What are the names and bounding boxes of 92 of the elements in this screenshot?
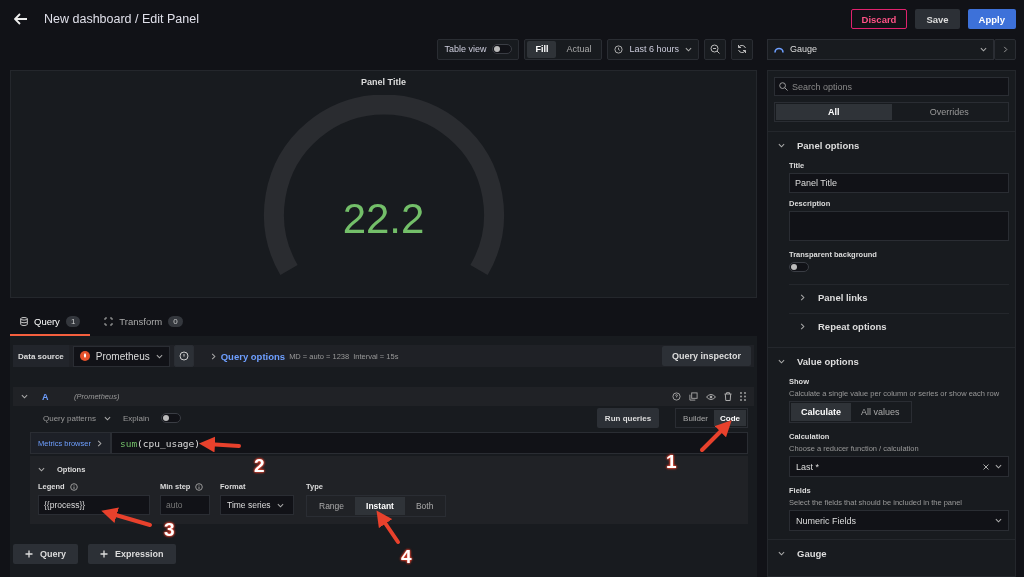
search-icon	[779, 82, 788, 91]
toggle-switch[interactable]	[789, 262, 809, 272]
annotation-arrow	[376, 512, 402, 546]
fill-mode-option[interactable]: Actual	[558, 40, 600, 58]
toggle-switch[interactable]	[492, 44, 513, 54]
chevron-down-icon	[995, 463, 1002, 470]
count-badge: 0	[168, 315, 183, 327]
plus-icon	[100, 550, 108, 558]
discard-button[interactable]: Discard	[850, 9, 908, 29]
apply-button[interactable]: Apply	[967, 9, 1016, 29]
query-patterns-select[interactable]: Query patterns	[43, 413, 111, 423]
count-badge: 1	[65, 315, 81, 327]
refresh-button[interactable]	[731, 38, 753, 60]
chevron-down-icon	[685, 45, 692, 53]
zoom-out-button[interactable]	[704, 38, 726, 60]
data-source-label: Data source	[13, 345, 69, 367]
fill-mode-option[interactable]: Fill	[527, 40, 557, 58]
section-header[interactable]: Gauge	[768, 539, 1015, 566]
annotation-arrow	[104, 507, 154, 529]
section-header[interactable]: Panel options	[768, 131, 1015, 158]
description-field[interactable]	[789, 211, 1009, 241]
refresh-icon	[737, 44, 747, 54]
save-button[interactable]: Save	[915, 9, 960, 29]
show-option[interactable]: Calculate	[791, 403, 852, 421]
trash-icon[interactable]	[724, 392, 732, 401]
clear-icon[interactable]	[983, 463, 989, 470]
help-icon[interactable]	[672, 392, 681, 401]
query-ref-label: A	[42, 391, 50, 402]
time-range-picker[interactable]: Last 6 hours	[607, 38, 699, 60]
subsection-header[interactable]: Repeat options	[789, 313, 1009, 339]
editor-mode-option[interactable]: Builder	[677, 410, 714, 426]
flame-icon	[79, 351, 90, 361]
calculation-select[interactable]: Last *	[789, 456, 1009, 477]
chevron-down-icon	[21, 393, 28, 400]
data-source-select[interactable]: Prometheus	[72, 345, 170, 367]
show-option[interactable]: All values	[851, 403, 910, 421]
help-icon	[178, 351, 189, 361]
format-select[interactable]: Time series	[220, 495, 294, 515]
annotation-number: 1	[666, 451, 677, 473]
query-type-option[interactable]: Instant	[355, 497, 405, 515]
gauge-value: 22.2	[342, 195, 425, 243]
annotation-number: 2	[254, 455, 265, 477]
annotation-number: 3	[164, 519, 175, 541]
toggle-switch[interactable]	[161, 413, 182, 423]
chevron-right-icon	[209, 352, 217, 360]
legend-field[interactable]: {{process}}	[38, 495, 150, 515]
fields-select[interactable]: Numeric Fields	[789, 510, 1009, 531]
query-inspector-button[interactable]: Query inspector	[661, 346, 751, 366]
chevron-right-icon	[1001, 45, 1009, 53]
drag-handle-icon[interactable]	[740, 392, 746, 401]
search-field[interactable]: Search options	[774, 77, 1009, 96]
database-icon	[20, 316, 28, 326]
table-view-toggle[interactable]: Table view	[437, 38, 520, 60]
visualization-select[interactable]: Gauge	[767, 38, 994, 60]
editor-tab[interactable]: Transform 0	[94, 308, 193, 336]
add-query-button[interactable]: Query	[13, 544, 78, 564]
section-header[interactable]: Value options	[768, 347, 1015, 374]
transform-icon	[104, 316, 114, 326]
editor-mode-option[interactable]: Code	[714, 410, 746, 426]
eye-icon[interactable]	[706, 392, 716, 401]
min-step-field[interactable]: auto	[160, 495, 210, 515]
info-icon	[195, 482, 204, 491]
annotation-arrow	[698, 420, 732, 454]
subsection-header[interactable]: Panel links	[789, 284, 1009, 310]
chevron-right-icon	[95, 439, 103, 447]
options-tab[interactable]: Overrides	[891, 104, 1007, 120]
chevron-right-icon	[799, 323, 806, 330]
query-options-link[interactable]: Query options	[220, 350, 286, 362]
annotation-number: 4	[401, 546, 412, 568]
page-title: New dashboard / Edit Panel	[44, 12, 200, 26]
copy-icon[interactable]	[689, 392, 698, 401]
chevron-right-icon	[799, 294, 806, 301]
explain-label: Explain	[122, 413, 150, 423]
add-expression-button[interactable]: Expression	[88, 544, 176, 564]
run-queries-button[interactable]: Run queries	[596, 408, 660, 428]
title-field[interactable]: Panel Title	[789, 173, 1009, 193]
chevron-down-icon	[276, 501, 284, 509]
panel-title: Panel Title	[361, 77, 406, 87]
gauge-icon	[774, 45, 784, 53]
plus-icon	[25, 550, 33, 558]
back-arrow-icon[interactable]	[14, 13, 28, 25]
chevron-down-icon	[980, 45, 987, 53]
options-tab[interactable]: All	[776, 104, 892, 120]
info-icon	[69, 482, 78, 491]
query-type-option[interactable]: Range	[308, 497, 356, 515]
help-button[interactable]	[173, 345, 194, 367]
chevron-down-icon	[995, 517, 1002, 524]
query-type-option[interactable]: Both	[404, 497, 445, 515]
chevron-down-icon	[155, 352, 163, 360]
clock-icon	[614, 44, 624, 54]
chevron-down-icon	[103, 414, 111, 422]
zoom-out-icon	[710, 44, 720, 54]
